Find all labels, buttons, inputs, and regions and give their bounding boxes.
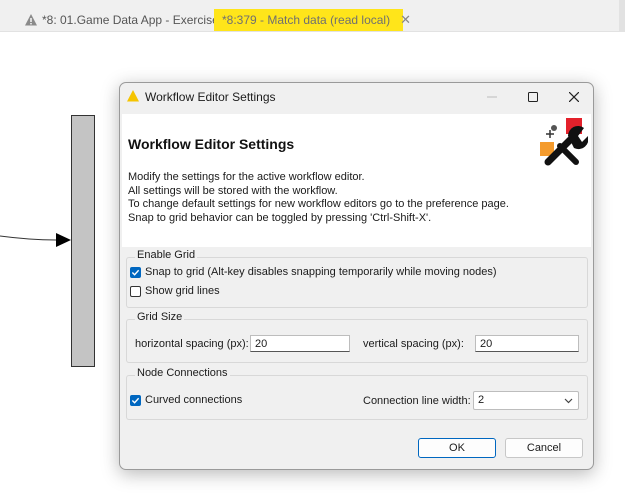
close-button[interactable] xyxy=(554,83,593,111)
warning-icon xyxy=(25,14,37,26)
group-legend: Grid Size xyxy=(135,311,185,323)
minimize-button[interactable] xyxy=(472,83,512,111)
cancel-button[interactable]: Cancel xyxy=(505,438,583,458)
curved-connections-checkbox[interactable]: Curved connections xyxy=(130,394,242,406)
connection-line-width-label: Connection line width: xyxy=(363,395,471,407)
connection-line-width-select[interactable]: 2 xyxy=(473,391,579,410)
select-value: 2 xyxy=(478,394,485,406)
checkbox-label: Curved connections xyxy=(145,394,243,406)
close-icon xyxy=(569,92,579,102)
horizontal-spacing-label: horizontal spacing (px): xyxy=(135,338,249,350)
checkbox-box[interactable] xyxy=(130,266,141,278)
settings-wrench-icon xyxy=(540,118,588,166)
horizontal-spacing-input[interactable]: 20 xyxy=(250,335,350,352)
tab-match-data[interactable]: *8:379 - Match data (read local) ✕ xyxy=(214,9,411,31)
group-legend: Node Connections xyxy=(135,367,230,379)
grid-size-group: Grid Size horizontal spacing (px): 20 ve… xyxy=(126,311,588,363)
header-title: Workflow Editor Settings xyxy=(128,136,295,152)
workflow-node[interactable] xyxy=(71,115,95,367)
tab-game-data-app[interactable]: *8: 01.Game Data App - Exercise xyxy=(24,9,219,31)
vertical-spacing-label: vertical spacing (px): xyxy=(363,338,464,350)
snap-to-grid-checkbox[interactable]: Snap to grid (Alt-key disables snapping … xyxy=(130,266,497,278)
ok-button[interactable]: OK xyxy=(418,438,496,458)
checkbox-box[interactable] xyxy=(130,285,141,297)
checkbox-label: Snap to grid (Alt-key disables snapping … xyxy=(145,266,497,278)
close-icon[interactable]: ✕ xyxy=(400,12,411,28)
vertical-spacing-input[interactable]: 20 xyxy=(475,335,579,352)
tab-label: *8:379 - Match data (read local) xyxy=(222,13,391,27)
description-line: Modify the settings for the active workf… xyxy=(128,171,365,183)
maximize-icon xyxy=(528,92,538,102)
checkmark-icon xyxy=(131,397,140,404)
enable-grid-group: Enable Grid Snap to grid (Alt-key disabl… xyxy=(126,249,588,308)
description-line: Snap to grid behavior can be toggled by … xyxy=(128,211,432,224)
chevron-down-icon xyxy=(564,398,573,404)
dialog-titlebar[interactable]: Workflow Editor Settings xyxy=(120,83,593,111)
maximize-button[interactable] xyxy=(513,83,553,111)
description-line: All settings will be stored with the wor… xyxy=(128,184,338,197)
dialog-header: Workflow Editor Settings Modify the sett… xyxy=(122,114,591,247)
tab-label: *8: 01.Game Data App - Exercise xyxy=(42,13,219,27)
connection-line xyxy=(0,233,71,247)
tab-bar-edge xyxy=(619,0,625,31)
description-line: To change default settings for new workf… xyxy=(128,198,509,211)
minimize-icon xyxy=(487,96,497,98)
checkbox-label: Show grid lines xyxy=(145,285,220,297)
header-description: Modify the settings for the active workf… xyxy=(128,171,509,225)
workflow-editor-settings-dialog: Workflow Editor Settings Workflow Editor… xyxy=(119,82,594,470)
editor-tab-bar: *8: 01.Game Data App - Exercise *8:379 -… xyxy=(0,0,625,32)
show-grid-lines-checkbox[interactable]: Show grid lines xyxy=(130,285,220,297)
window-title: Workflow Editor Settings xyxy=(145,90,276,104)
checkbox-box[interactable] xyxy=(130,394,141,406)
knime-warning-icon xyxy=(127,90,139,102)
group-legend: Enable Grid xyxy=(135,249,198,261)
node-connections-group: Node Connections Curved connections Conn… xyxy=(126,367,588,420)
checkmark-icon xyxy=(131,269,140,276)
